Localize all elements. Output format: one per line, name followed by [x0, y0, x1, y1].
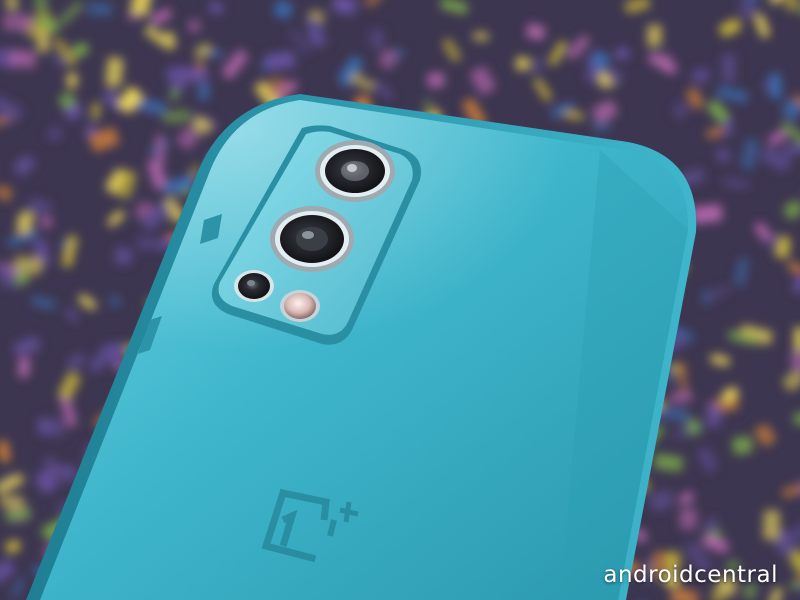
- confetti-piece: [722, 53, 736, 82]
- confetti-piece: [66, 72, 78, 88]
- confetti-piece: [784, 0, 799, 12]
- confetti-piece: [679, 508, 697, 530]
- confetti-piece: [776, 530, 795, 554]
- top-camera-lens: [315, 140, 395, 202]
- confetti-piece: [427, 72, 445, 88]
- confetti-piece: [38, 417, 66, 438]
- confetti-piece: [794, 327, 800, 352]
- confetti-piece: [763, 510, 780, 541]
- confetti-piece: [87, 2, 113, 17]
- confetti-piece: [606, 70, 622, 84]
- watermark-logo: androidcentral: [603, 562, 778, 588]
- confetti-piece: [163, 109, 191, 124]
- confetti-piece: [188, 19, 201, 33]
- confetti-piece: [198, 83, 210, 101]
- confetti-piece: [105, 57, 124, 87]
- confetti-piece: [176, 66, 208, 83]
- confetti-piece: [370, 29, 384, 49]
- confetti-piece: [136, 235, 154, 251]
- confetti-piece: [34, 0, 48, 14]
- confetti-piece: [472, 31, 489, 41]
- confetti-piece: [18, 357, 30, 378]
- confetti-piece: [732, 436, 753, 455]
- main-camera-lens: [270, 206, 354, 272]
- confetti-piece: [0, 495, 24, 508]
- confetti-piece: [706, 403, 721, 427]
- confetti-piece: [647, 24, 662, 47]
- flash-led: [280, 290, 320, 322]
- confetti-piece: [8, 49, 37, 68]
- photo-scene: androidcentral: [0, 0, 800, 600]
- macro-camera-lens: [234, 270, 274, 302]
- photo-canvas: [0, 0, 800, 600]
- confetti-piece: [3, 13, 33, 32]
- confetti-piece: [114, 247, 133, 265]
- confetti-piece: [769, 72, 782, 99]
- confetti-piece: [515, 57, 531, 71]
